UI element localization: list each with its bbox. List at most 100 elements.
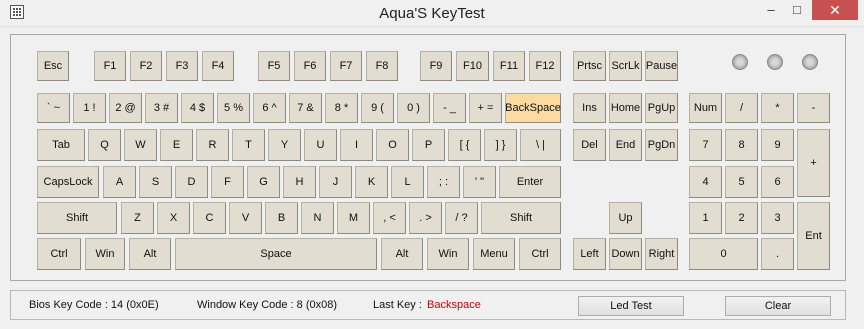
key-right-alt[interactable]: Alt	[381, 238, 423, 270]
key-7[interactable]: 7 &	[289, 93, 322, 123]
key-end[interactable]: End	[609, 129, 642, 161]
key-f12[interactable]: F12	[529, 51, 561, 81]
key-numpad-multiply[interactable]: *	[761, 93, 794, 123]
key-numpad-9[interactable]: 9	[761, 129, 794, 161]
key-left-shift[interactable]: Shift	[37, 202, 117, 234]
key-o[interactable]: O	[376, 129, 409, 161]
key-2[interactable]: 2 @	[109, 93, 142, 123]
key-e[interactable]: E	[160, 129, 193, 161]
key-prtsc[interactable]: Prtsc	[573, 51, 606, 81]
key-d[interactable]: D	[175, 166, 208, 198]
key-numpad-minus[interactable]: -	[797, 93, 830, 123]
key-right-ctrl[interactable]: Ctrl	[519, 238, 561, 270]
key-0[interactable]: 0 )	[397, 93, 430, 123]
key-f5[interactable]: F5	[258, 51, 290, 81]
key-space[interactable]: Space	[175, 238, 377, 270]
key-5[interactable]: 5 %	[217, 93, 250, 123]
key-up[interactable]: Up	[609, 202, 642, 234]
key-f7[interactable]: F7	[330, 51, 362, 81]
minimize-button[interactable]: –	[758, 0, 784, 20]
key-z[interactable]: Z	[121, 202, 154, 234]
close-button[interactable]: ✕	[812, 0, 858, 20]
key-home[interactable]: Home	[609, 93, 642, 123]
key-3[interactable]: 3 #	[145, 93, 178, 123]
key-backtick[interactable]: ` ~	[37, 93, 70, 123]
key-f4[interactable]: F4	[202, 51, 234, 81]
key-numpad-enter[interactable]: Ent	[797, 202, 830, 270]
key-k[interactable]: K	[355, 166, 388, 198]
key-numpad-7[interactable]: 7	[689, 129, 722, 161]
key-8[interactable]: 8 *	[325, 93, 358, 123]
key-u[interactable]: U	[304, 129, 337, 161]
key-right-bracket[interactable]: ] }	[484, 129, 517, 161]
led-test-button[interactable]: Led Test	[578, 296, 684, 316]
key-a[interactable]: A	[103, 166, 136, 198]
key-f2[interactable]: F2	[130, 51, 162, 81]
key-f[interactable]: F	[211, 166, 244, 198]
key-4[interactable]: 4 $	[181, 93, 214, 123]
key-equal[interactable]: + =	[469, 93, 502, 123]
key-del[interactable]: Del	[573, 129, 606, 161]
key-minus[interactable]: - _	[433, 93, 466, 123]
key-slash[interactable]: / ?	[445, 202, 478, 234]
key-f1[interactable]: F1	[94, 51, 126, 81]
key-l[interactable]: L	[391, 166, 424, 198]
key-y[interactable]: Y	[268, 129, 301, 161]
maximize-button[interactable]: □	[784, 0, 810, 20]
key-numpad-8[interactable]: 8	[725, 129, 758, 161]
key-tab[interactable]: Tab	[37, 129, 85, 161]
key-b[interactable]: B	[265, 202, 298, 234]
key-1[interactable]: 1 !	[73, 93, 106, 123]
key-esc[interactable]: Esc	[37, 51, 69, 81]
key-quote[interactable]: ' "	[463, 166, 496, 198]
key-s[interactable]: S	[139, 166, 172, 198]
key-h[interactable]: H	[283, 166, 316, 198]
key-numpad-0[interactable]: 0	[689, 238, 758, 270]
key-i[interactable]: I	[340, 129, 373, 161]
key-comma[interactable]: , <	[373, 202, 406, 234]
key-left-alt[interactable]: Alt	[129, 238, 171, 270]
key-scrlk[interactable]: ScrLk	[609, 51, 642, 81]
key-left-bracket[interactable]: [ {	[448, 129, 481, 161]
key-backslash[interactable]: \ |	[520, 129, 561, 161]
key-numpad-3[interactable]: 3	[761, 202, 794, 234]
key-numpad-plus[interactable]: +	[797, 129, 830, 197]
clear-button[interactable]: Clear	[725, 296, 831, 316]
key-c[interactable]: C	[193, 202, 226, 234]
key-backspace[interactable]: BackSpace	[505, 93, 561, 123]
key-right-shift[interactable]: Shift	[481, 202, 561, 234]
key-r[interactable]: R	[196, 129, 229, 161]
key-p[interactable]: P	[412, 129, 445, 161]
key-f11[interactable]: F11	[493, 51, 525, 81]
key-q[interactable]: Q	[88, 129, 121, 161]
key-w[interactable]: W	[124, 129, 157, 161]
key-numpad-5[interactable]: 5	[725, 166, 758, 198]
key-6[interactable]: 6 ^	[253, 93, 286, 123]
key-pgdn[interactable]: PgDn	[645, 129, 678, 161]
key-f6[interactable]: F6	[294, 51, 326, 81]
key-n[interactable]: N	[301, 202, 334, 234]
key-g[interactable]: G	[247, 166, 280, 198]
key-f8[interactable]: F8	[366, 51, 398, 81]
key-t[interactable]: T	[232, 129, 265, 161]
key-numpad-2[interactable]: 2	[725, 202, 758, 234]
key-enter[interactable]: Enter	[499, 166, 561, 198]
key-ins[interactable]: Ins	[573, 93, 606, 123]
key-pgup[interactable]: PgUp	[645, 93, 678, 123]
key-capslock[interactable]: CapsLock	[37, 166, 99, 198]
key-f3[interactable]: F3	[166, 51, 198, 81]
key-numpad-4[interactable]: 4	[689, 166, 722, 198]
key-right[interactable]: Right	[645, 238, 678, 270]
key-m[interactable]: M	[337, 202, 370, 234]
key-semicolon[interactable]: ; :	[427, 166, 460, 198]
key-numpad-6[interactable]: 6	[761, 166, 794, 198]
key-down[interactable]: Down	[609, 238, 642, 270]
key-left-ctrl[interactable]: Ctrl	[37, 238, 81, 270]
key-f10[interactable]: F10	[456, 51, 489, 81]
key-numpad-1[interactable]: 1	[689, 202, 722, 234]
key-right-win[interactable]: Win	[427, 238, 469, 270]
key-left-win[interactable]: Win	[85, 238, 125, 270]
key-j[interactable]: J	[319, 166, 352, 198]
key-left[interactable]: Left	[573, 238, 606, 270]
key-menu[interactable]: Menu	[473, 238, 515, 270]
